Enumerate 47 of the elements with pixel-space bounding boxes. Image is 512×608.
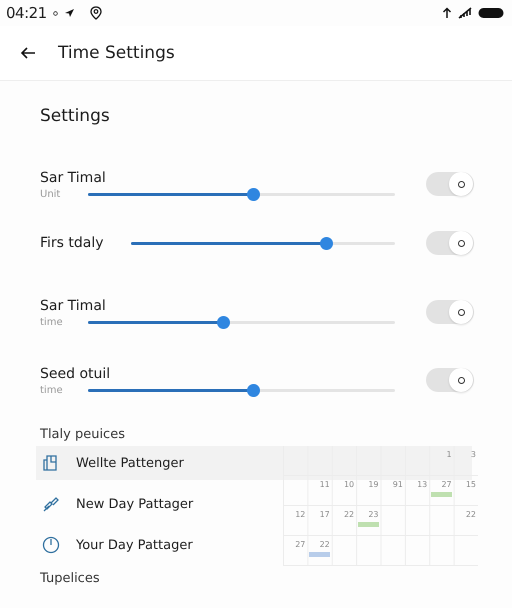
calendar-date: 22: [466, 510, 476, 520]
back-arrow-icon: [20, 47, 36, 59]
signal-icon: [458, 7, 472, 19]
toggle-switch[interactable]: [426, 368, 474, 392]
calendar-date: 10: [344, 480, 354, 490]
calendar-date: 13: [417, 480, 428, 490]
toggle-switch[interactable]: [426, 172, 474, 196]
setting-caption: time: [40, 384, 64, 396]
calendar-date: 12: [295, 510, 306, 520]
calendar-date: 27: [441, 480, 452, 490]
setting-title: Seed otuil: [40, 364, 112, 384]
navigation-icon: [64, 8, 75, 18]
page-title: Time Settings: [58, 43, 175, 63]
calendar-date: 15: [466, 480, 476, 490]
circle-icon: [456, 308, 466, 316]
circle-icon: [456, 238, 466, 248]
setting-caption: time: [40, 316, 64, 328]
power-icon: [42, 536, 60, 554]
calendar-date: 22: [344, 510, 354, 520]
calendar-date: 23: [368, 510, 378, 520]
section-title: Tupelices: [40, 571, 101, 587]
list-title: Tlaly peuices: [40, 427, 126, 442]
setting-title: Sar Timal: [40, 296, 107, 316]
circle-icon: [456, 180, 466, 188]
calendar-date: 11: [320, 480, 330, 490]
calendar-date: 27: [295, 540, 306, 550]
location-icon: [88, 6, 103, 20]
battery-icon: [478, 7, 504, 19]
setting-caption: Unit: [40, 188, 62, 200]
calendar-date: 91: [392, 480, 403, 490]
calendar-date: 17: [320, 510, 330, 520]
pattern-item[interactable]: New Day Pattager: [36, 487, 251, 521]
setting-title: Sar Timal: [40, 168, 107, 188]
calendar-date: 19: [368, 480, 378, 490]
arrow-up-icon: [442, 7, 452, 19]
toggle-switch[interactable]: [426, 231, 474, 255]
calendar-date: 1: [446, 450, 452, 460]
pattern-item[interactable]: Your Day Pattager: [36, 528, 251, 562]
pin-icon: [42, 495, 60, 513]
dot-icon: [52, 10, 58, 16]
calendar-date: 22: [320, 540, 330, 550]
status-time: 04:21: [6, 4, 47, 22]
calendar-date: 3: [470, 450, 476, 460]
circle-icon: [456, 376, 466, 384]
setting-title: Firs tdaly: [40, 234, 105, 253]
toggle-switch[interactable]: [426, 300, 474, 324]
section-title: Settings: [40, 105, 111, 127]
